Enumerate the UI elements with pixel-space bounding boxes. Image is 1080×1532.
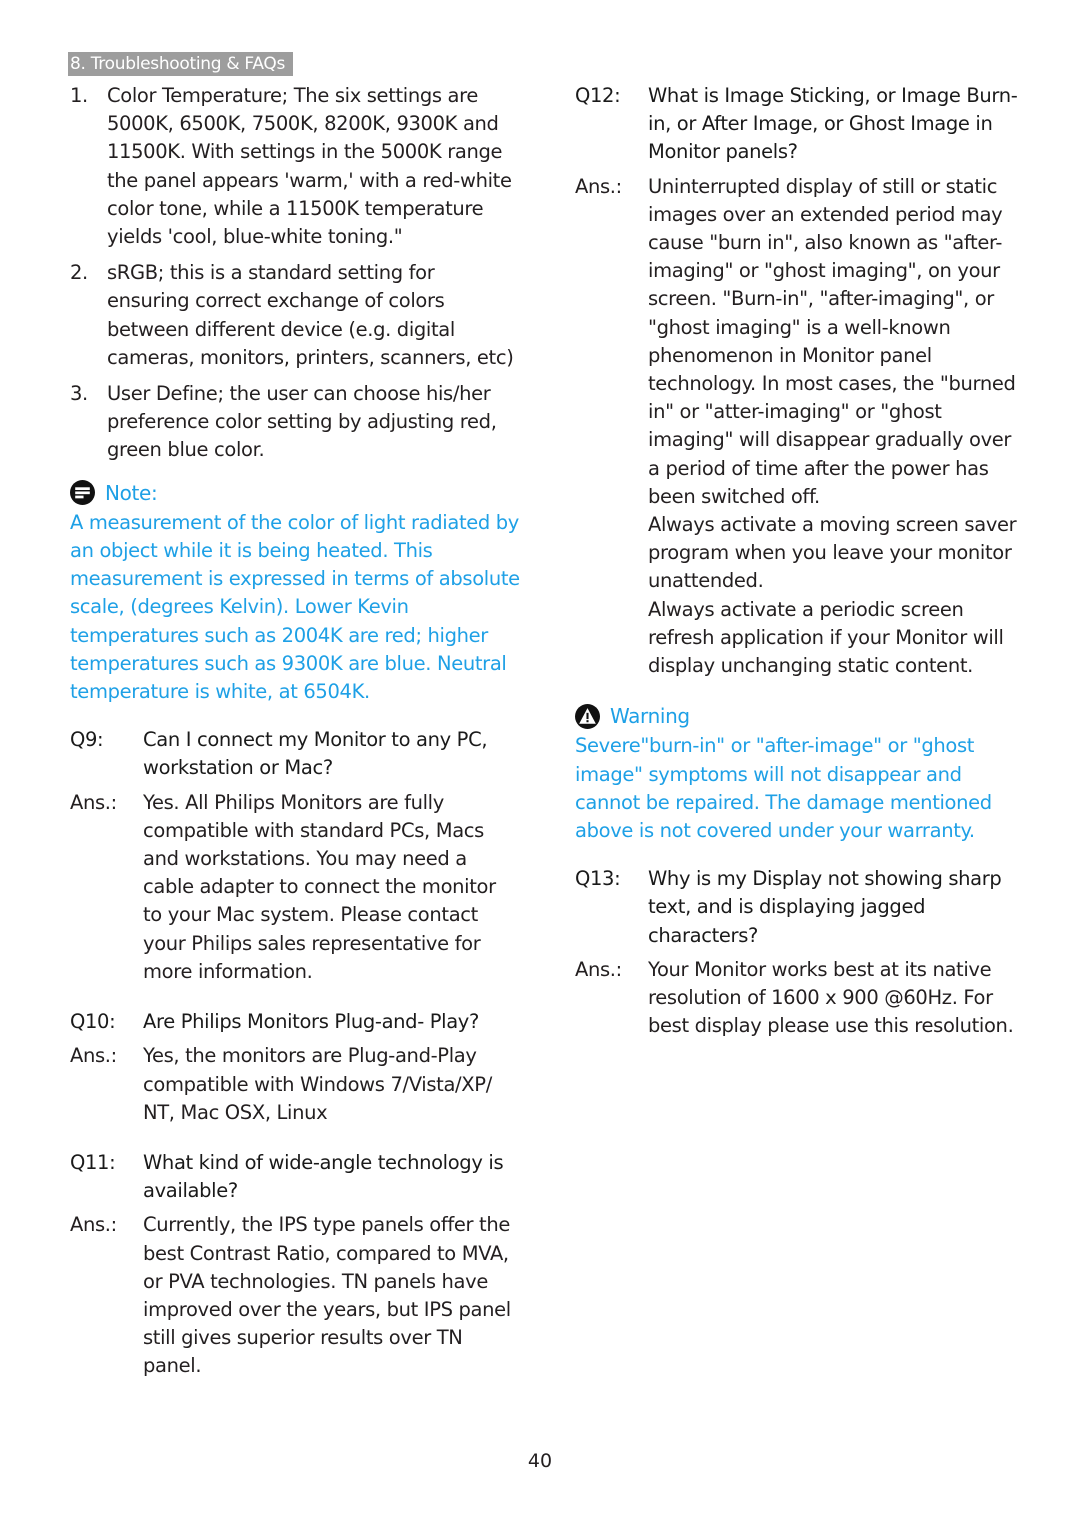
- item-text: sRGB; this is a standard setting for ens…: [107, 261, 514, 369]
- question: Q13: Why is my Display not showing sharp…: [575, 865, 1025, 950]
- answer: Ans.: Currently, the IPS type panels off…: [70, 1211, 520, 1380]
- answer-label: Ans.:: [70, 1044, 117, 1068]
- numbered-item: 2. sRGB; this is a standard setting for …: [70, 259, 520, 372]
- answer-text: Uninterrupted display of still or static…: [648, 173, 1025, 681]
- right-column: Q12: What is Image Sticking, or Image Bu…: [575, 82, 1025, 1063]
- answer-label: Ans.:: [575, 957, 622, 981]
- note-header: Note:: [70, 479, 520, 507]
- note-icon: [70, 480, 95, 506]
- answer-paragraph: Always activate a moving screen saver pr…: [648, 513, 1017, 593]
- answer-paragraph: Always activate a periodic screen refres…: [648, 597, 1004, 678]
- warning-callout: Warning Severe"burn-in" or "after-image"…: [575, 702, 1025, 845]
- answer-paragraph: Currently, the IPS type panels offer the…: [143, 1213, 511, 1378]
- question: Q9: Can I connect my Monitor to any PC, …: [70, 726, 520, 782]
- answer-text: Your Monitor works best at its native re…: [648, 956, 1025, 1041]
- question-text: Why is my Display not showing sharp text…: [648, 867, 1002, 947]
- section-header-tab: 8. Troubleshooting & FAQs: [68, 52, 294, 76]
- question: Q11: What kind of wide-angle technology …: [70, 1149, 520, 1205]
- answer-text: Currently, the IPS type panels offer the…: [143, 1211, 520, 1380]
- answer: Ans.: Your Monitor works best at its nat…: [575, 956, 1025, 1041]
- answer-paragraph: Your Monitor works best at its native re…: [648, 957, 1014, 1038]
- item-number: 2.: [70, 261, 88, 285]
- question-label: Q10:: [70, 1010, 116, 1034]
- faq-q10: Q10: Are Philips Monitors Plug-and- Play…: [70, 1008, 520, 1127]
- answer: Ans.: Yes. All Philips Monitors are full…: [70, 789, 520, 986]
- answer: Ans.: Uninterrupted display of still or …: [575, 173, 1025, 681]
- question-label: Q12:: [575, 84, 621, 107]
- item-number: 3.: [70, 382, 88, 406]
- numbered-item: 1. Color Temperature; The six settings a…: [70, 82, 520, 251]
- answer-label: Ans.:: [70, 1213, 117, 1237]
- question: Q12: What is Image Sticking, or Image Bu…: [575, 82, 1025, 167]
- answer-label: Ans.:: [70, 790, 117, 814]
- question-text: Can I connect my Monitor to any PC, work…: [143, 728, 488, 780]
- faq-q13: Q13: Why is my Display not showing sharp…: [575, 865, 1025, 1040]
- warning-body: Severe"burn-in" or "after-image" or "gho…: [575, 734, 992, 843]
- question-text: What is Image Sticking, or Image Burn-in…: [648, 84, 1018, 164]
- item-number: 1.: [70, 84, 88, 107]
- note-body: A measurement of the color of light radi…: [70, 510, 520, 704]
- warning-icon: [575, 703, 600, 729]
- left-column: 1. Color Temperature; The six settings a…: [70, 82, 520, 1403]
- question-label: Q11:: [70, 1150, 116, 1174]
- warning-header: Warning: [575, 702, 1025, 730]
- answer-paragraph: Yes. All Philips Monitors are fully comp…: [143, 790, 496, 983]
- answer-text: Yes, the monitors are Plug-and-Play comp…: [143, 1042, 520, 1127]
- question: Q10: Are Philips Monitors Plug-and- Play…: [70, 1008, 520, 1036]
- faq-q11: Q11: What kind of wide-angle technology …: [70, 1149, 520, 1381]
- page-number: 40: [527, 1450, 553, 1472]
- faq-q9: Q9: Can I connect my Monitor to any PC, …: [70, 726, 520, 986]
- note-callout: Note: A measurement of the color of ligh…: [70, 479, 520, 707]
- note-title: Note:: [105, 480, 158, 505]
- item-text: User Define; the user can choose his/her…: [107, 382, 497, 462]
- answer: Ans.: Yes, the monitors are Plug-and-Pla…: [70, 1042, 520, 1127]
- item-text: Color Temperature; The six settings are …: [107, 84, 512, 249]
- question-text: Are Philips Monitors Plug-and- Play?: [143, 1010, 480, 1034]
- answer-text: Yes. All Philips Monitors are fully comp…: [143, 789, 520, 986]
- warning-title: Warning: [610, 704, 690, 729]
- answer-paragraph: Uninterrupted display of still or static…: [648, 174, 1016, 508]
- answer-label: Ans.:: [575, 174, 622, 198]
- numbered-item: 3. User Define; the user can choose his/…: [70, 380, 520, 465]
- faq-q12: Q12: What is Image Sticking, or Image Bu…: [575, 82, 1025, 680]
- question-label: Q9:: [70, 728, 104, 752]
- question-label: Q13:: [575, 867, 621, 891]
- answer-paragraph: Yes, the monitors are Plug-and-Play comp…: [143, 1044, 492, 1124]
- question-text: What kind of wide-angle technology is av…: [143, 1150, 504, 1203]
